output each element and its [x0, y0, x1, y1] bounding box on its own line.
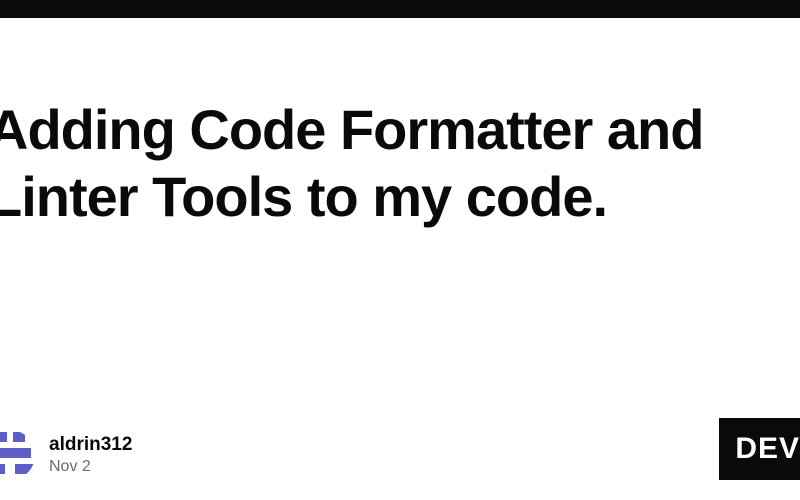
- author-username[interactable]: aldrin312: [49, 434, 132, 456]
- content-area: Adding Code Formatter and Linter Tools t…: [0, 96, 800, 230]
- dev-badge[interactable]: DEV: [719, 418, 800, 480]
- post-title: Adding Code Formatter and Linter Tools t…: [0, 96, 800, 230]
- author-info: aldrin312 Nov 2: [49, 434, 132, 476]
- avatar[interactable]: [0, 430, 35, 480]
- post-date: Nov 2: [49, 458, 132, 476]
- top-bar: [0, 0, 800, 18]
- author-section: aldrin312 Nov 2: [0, 430, 132, 480]
- avatar-pattern-icon: [0, 430, 35, 480]
